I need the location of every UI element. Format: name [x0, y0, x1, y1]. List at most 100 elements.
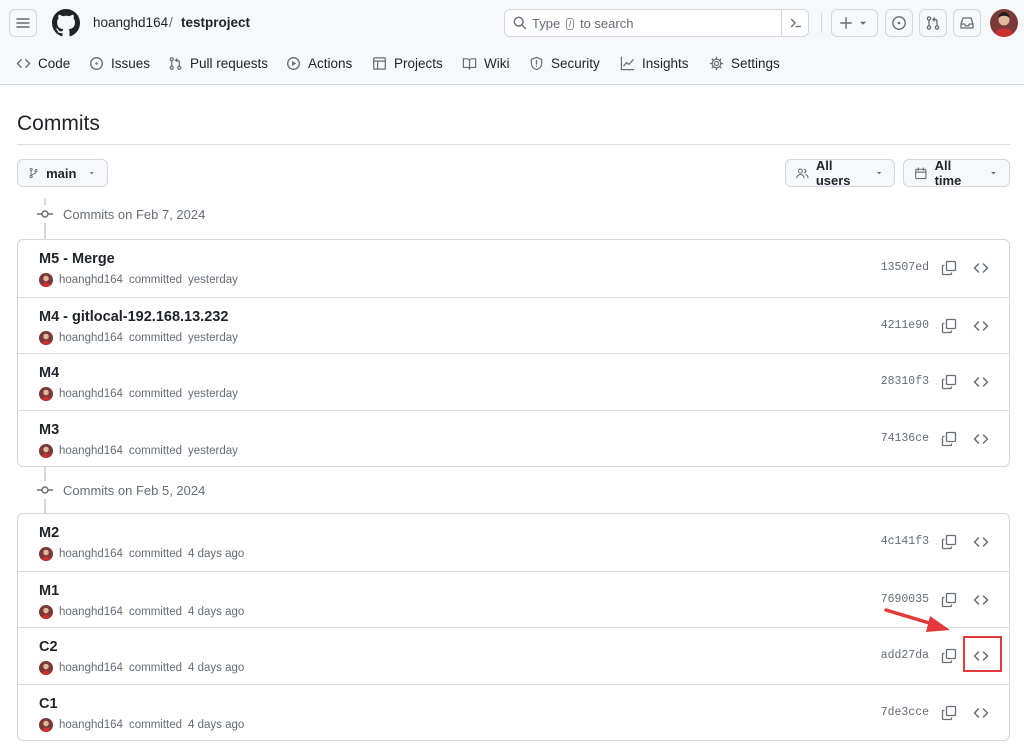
triangle-down-icon: [859, 21, 867, 25]
copy-icon[interactable]: [941, 705, 957, 721]
commit-sha[interactable]: 28310f3: [881, 375, 929, 389]
commit-author[interactable]: hoanghd164: [59, 387, 123, 401]
commit-time: 4 days ago: [188, 718, 245, 731]
author-avatar[interactable]: [39, 387, 53, 401]
commit-author[interactable]: hoanghd164: [59, 547, 123, 561]
commit-row[interactable]: M3 hoanghd164 committed yesterday 74136c…: [18, 409, 1009, 467]
commit-action: committed: [128, 548, 183, 560]
author-avatar[interactable]: [39, 661, 53, 675]
tab-insights[interactable]: Insights: [620, 56, 689, 71]
tab-projects[interactable]: Projects: [372, 56, 443, 71]
commit-author[interactable]: hoanghd164: [59, 661, 123, 675]
commit-list: M2 hoanghd164 committed 4 days ago 4c141…: [17, 513, 1010, 741]
commit-author[interactable]: hoanghd164: [59, 605, 123, 619]
page-title: Commits: [17, 112, 100, 135]
tab-pull-requests[interactable]: Pull requests: [168, 56, 268, 71]
commit-sha[interactable]: 74136ce: [881, 432, 929, 446]
copy-icon[interactable]: [941, 318, 957, 334]
breadcrumb-repo[interactable]: testproject: [181, 15, 250, 31]
browse-code-icon[interactable]: [973, 431, 989, 447]
user-avatar[interactable]: [990, 9, 1018, 37]
commit-group-date: Commits on Feb 7, 2024: [63, 206, 206, 222]
create-new-button[interactable]: [831, 9, 878, 37]
shield-icon: [530, 56, 543, 71]
search-placeholder: Type / to search: [532, 16, 634, 31]
author-avatar[interactable]: [39, 717, 53, 732]
branch-select-button[interactable]: main: [17, 159, 108, 187]
commit-meta: hoanghd164 committed 4 days ago: [39, 717, 245, 732]
tab-settings[interactable]: Settings: [709, 56, 780, 71]
commit-message[interactable]: C1: [39, 695, 58, 713]
commit-row[interactable]: M2 hoanghd164 committed 4 days ago 4c141…: [18, 514, 1009, 571]
issues-button[interactable]: [885, 9, 913, 37]
browse-code-icon[interactable]: [973, 374, 989, 390]
commit-author[interactable]: hoanghd164: [59, 444, 123, 458]
commit-sha[interactable]: 4c141f3: [881, 535, 929, 549]
browse-code-icon[interactable]: [973, 705, 989, 721]
author-avatar[interactable]: [39, 443, 53, 458]
hamburger-icon: [16, 18, 30, 28]
menu-button[interactable]: [9, 9, 37, 37]
tab-wiki[interactable]: Wiki: [462, 56, 510, 71]
author-avatar[interactable]: [39, 604, 53, 619]
commit-sha[interactable]: add27da: [881, 649, 929, 663]
commit-sha[interactable]: 4211e90: [881, 319, 929, 333]
commit-author[interactable]: hoanghd164: [59, 331, 123, 345]
tab-security-label: Security: [551, 56, 600, 71]
copy-icon[interactable]: [941, 648, 957, 664]
commit-action: committed: [128, 444, 183, 457]
commit-message[interactable]: M1: [39, 582, 59, 600]
top-header: hoanghd164 / testproject Type / to searc…: [0, 0, 1024, 85]
search-divider: [781, 10, 782, 36]
copy-icon[interactable]: [941, 374, 957, 390]
commit-action: committed: [128, 388, 183, 400]
copy-icon[interactable]: [941, 534, 957, 550]
tab-code[interactable]: Code: [16, 56, 70, 71]
browse-code-icon[interactable]: [973, 592, 989, 608]
commit-row[interactable]: M4 hoanghd164 committed yesterday 28310f…: [18, 353, 1009, 410]
tab-security[interactable]: Security: [529, 56, 600, 71]
author-avatar[interactable]: [39, 547, 53, 561]
commit-group-header: Commits on Feb 7, 2024: [36, 204, 205, 224]
commit-message[interactable]: M4: [39, 364, 59, 382]
github-logo-icon[interactable]: [52, 9, 80, 37]
time-filter-button[interactable]: All time: [903, 158, 1010, 188]
browse-code-icon[interactable]: [973, 534, 989, 550]
commit-author[interactable]: hoanghd164: [59, 718, 123, 732]
command-palette-icon[interactable]: [789, 16, 803, 30]
users-filter-button[interactable]: All users: [785, 158, 895, 188]
copy-icon[interactable]: [941, 431, 957, 447]
git-commit-icon: [36, 481, 54, 499]
commit-message[interactable]: M2: [39, 524, 59, 542]
users-filter-label: All users: [815, 158, 851, 188]
inbox-icon: [960, 17, 974, 29]
tab-issues[interactable]: Issues: [89, 56, 150, 71]
copy-icon[interactable]: [941, 260, 957, 276]
commit-sha[interactable]: 7de3cce: [881, 706, 929, 720]
author-avatar[interactable]: [39, 273, 53, 287]
inbox-button[interactable]: [953, 9, 981, 37]
breadcrumb-separator: /: [169, 15, 173, 30]
pull-requests-button[interactable]: [919, 9, 947, 37]
commit-message[interactable]: C2: [39, 638, 58, 656]
browse-code-icon[interactable]: [973, 260, 989, 276]
breadcrumb-owner[interactable]: hoanghd164: [93, 15, 168, 31]
commit-message[interactable]: M5 - Merge: [39, 250, 115, 268]
commit-row[interactable]: M4 - gitlocal-192.168.13.232 hoanghd164 …: [18, 296, 1009, 354]
commit-row[interactable]: M1 hoanghd164 committed 4 days ago 76900…: [18, 570, 1009, 628]
commit-action: committed: [128, 274, 183, 286]
tab-actions[interactable]: Actions: [286, 56, 352, 71]
browse-code-icon[interactable]: [973, 318, 989, 334]
commit-author[interactable]: hoanghd164: [59, 273, 123, 287]
commit-sha[interactable]: 13507ed: [881, 261, 929, 275]
commit-action: committed: [128, 331, 183, 344]
commit-row[interactable]: C1 hoanghd164 committed 4 days ago 7de3c…: [18, 683, 1009, 741]
commit-sha[interactable]: 7690035: [881, 593, 929, 607]
title-divider: [17, 144, 1010, 145]
commit-message[interactable]: M4 - gitlocal-192.168.13.232: [39, 308, 228, 326]
search-input[interactable]: Type / to search: [504, 9, 809, 37]
author-avatar[interactable]: [39, 330, 53, 345]
commit-row[interactable]: M5 - Merge hoanghd164 committed yesterda…: [18, 240, 1009, 297]
commit-message[interactable]: M3: [39, 421, 59, 439]
commit-row[interactable]: C2 hoanghd164 committed 4 days ago add27…: [18, 627, 1009, 684]
